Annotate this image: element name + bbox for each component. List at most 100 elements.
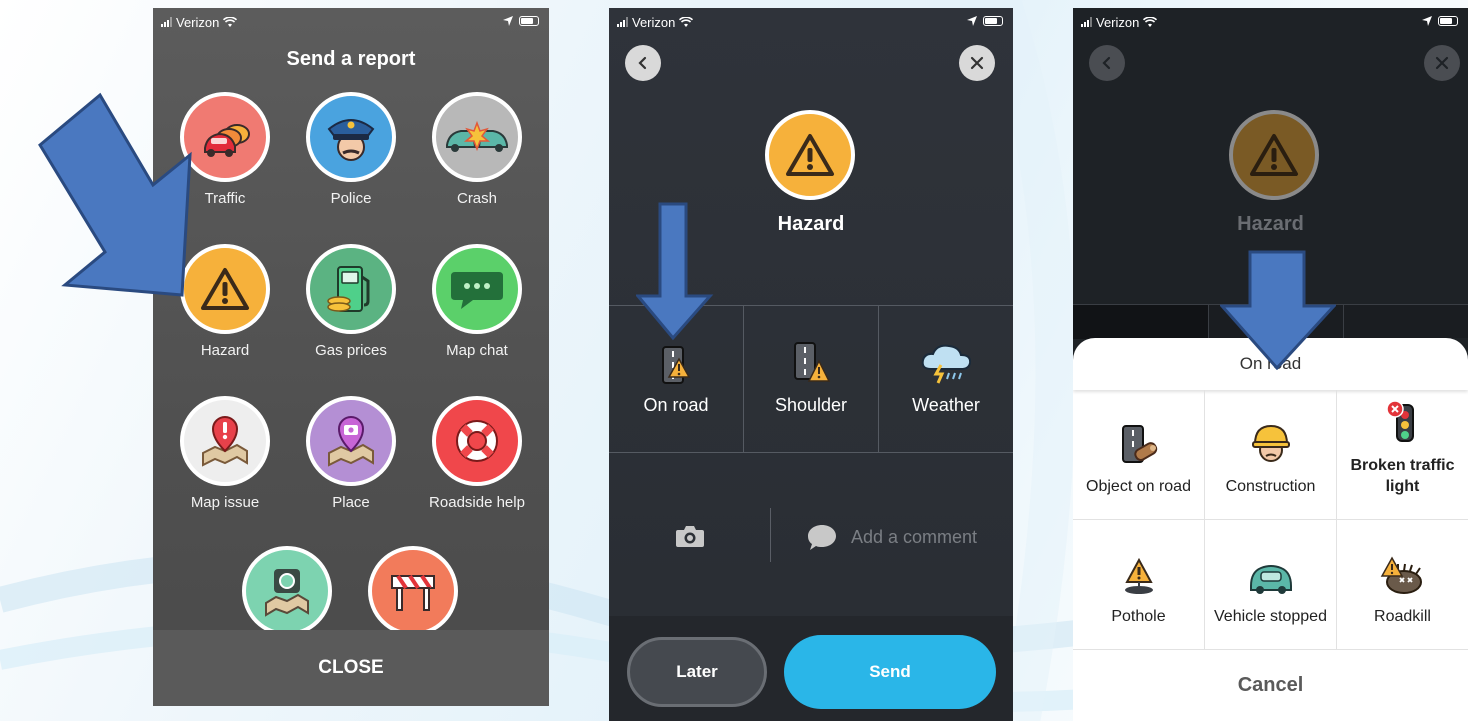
signal-icon	[617, 17, 628, 27]
option-label: Construction	[1225, 478, 1316, 495]
status-bar: Verizon	[153, 8, 549, 36]
option-construction[interactable]: Construction	[1205, 390, 1337, 519]
chevron-left-icon	[638, 56, 647, 70]
report-map-issue[interactable]: Map issue	[160, 396, 290, 511]
hazard-icon	[180, 244, 270, 334]
vehicle-stopped-icon	[1249, 565, 1292, 594]
report-label: Gas prices	[315, 342, 387, 359]
report-label: Place	[332, 494, 370, 511]
report-roadside-help[interactable]: Roadside help	[412, 396, 542, 511]
option-broken-traffic-light[interactable]: Broken traffic light	[1337, 390, 1468, 519]
on-road-sheet-screen: Verizon Hazard On road Object on road Co…	[1073, 8, 1468, 721]
construction-icon	[1251, 424, 1290, 462]
wifi-icon	[679, 16, 694, 27]
report-label: Roadside help	[429, 494, 525, 511]
option-on-road[interactable]: On road	[609, 306, 744, 452]
report-hazard[interactable]: Hazard	[160, 244, 290, 359]
option-weather[interactable]: Weather	[879, 306, 1013, 452]
wifi-icon	[223, 16, 238, 27]
carrier-label: Verizon	[1096, 14, 1140, 30]
report-label: Crash	[456, 190, 497, 207]
option-label: Roadkill	[1374, 608, 1431, 625]
report-label: Map issue	[190, 494, 260, 511]
report-label: Map chat	[446, 342, 508, 359]
camera-icon	[242, 546, 332, 636]
hazard-type-grid: On road Shoulder Weather	[609, 305, 1013, 453]
option-roadkill[interactable]: Roadkill	[1337, 520, 1468, 649]
location-icon	[967, 16, 977, 26]
close-icon	[1435, 56, 1449, 70]
close-button[interactable]	[1424, 45, 1460, 81]
option-label: On road	[643, 395, 709, 415]
option-object-on-road[interactable]: Object on road	[1073, 390, 1205, 519]
option-pothole[interactable]: Pothole	[1073, 520, 1205, 649]
hazard-title: Hazard	[777, 213, 845, 235]
option-shoulder[interactable]: Shoulder	[744, 306, 879, 452]
weather-icon	[921, 344, 972, 384]
report-police[interactable]: Police	[286, 92, 416, 207]
later-button[interactable]: Later	[627, 637, 767, 707]
report-label: Hazard	[200, 342, 250, 359]
hazard-icon	[1229, 110, 1319, 200]
option-label: Shoulder	[774, 395, 848, 415]
report-place[interactable]: Place	[286, 396, 416, 511]
battery-icon	[983, 16, 1003, 26]
report-label: Traffic	[204, 190, 246, 207]
signal-icon	[161, 17, 172, 27]
divider	[770, 508, 771, 562]
status-bar: Verizon	[1073, 8, 1468, 36]
carrier-label: Verizon	[632, 14, 676, 30]
comment-input[interactable]: Add a comment	[851, 527, 977, 548]
back-button[interactable]	[625, 45, 661, 81]
comment-icon	[808, 525, 836, 550]
report-map-chat[interactable]: Map chat	[412, 244, 542, 359]
cancel-button[interactable]: Cancel	[1073, 650, 1468, 721]
report-label: Police	[330, 190, 372, 207]
report-closure[interactable]	[348, 546, 478, 636]
pothole-icon	[1124, 557, 1153, 594]
police-icon	[306, 92, 396, 182]
report-gas-prices[interactable]: Gas prices	[286, 244, 416, 359]
dimmed-grid	[1073, 304, 1468, 339]
option-vehicle-stopped[interactable]: Vehicle stopped	[1205, 520, 1337, 649]
wifi-icon	[1143, 16, 1158, 27]
option-label: Vehicle stopped	[1214, 608, 1327, 625]
map-issue-icon	[180, 396, 270, 486]
closure-icon	[368, 546, 458, 636]
status-bar: Verizon	[609, 8, 1013, 36]
option-label: Pothole	[1111, 608, 1166, 625]
object-on-road-icon	[1121, 425, 1157, 463]
hazard-title: Hazard	[1237, 213, 1304, 235]
location-icon	[503, 16, 513, 26]
page-title: Send a report	[286, 48, 416, 70]
report-traffic[interactable]: Traffic	[160, 92, 290, 207]
option-label: Broken traffic light	[1350, 457, 1455, 495]
broken-traffic-light-icon	[1385, 400, 1414, 442]
option-label: Weather	[912, 395, 980, 415]
battery-icon	[1438, 16, 1458, 26]
traffic-icon	[180, 92, 270, 182]
report-crash[interactable]: Crash	[412, 92, 542, 207]
comment-row: Add a comment	[609, 498, 1013, 568]
lifebuoy-icon	[432, 396, 522, 486]
place-icon	[306, 396, 396, 486]
back-button[interactable]	[1089, 45, 1125, 81]
close-button[interactable]: CLOSE	[153, 630, 549, 706]
sheet-title: On road	[1073, 338, 1468, 390]
roadkill-icon	[1380, 556, 1422, 594]
report-menu-screen: Verizon Send a report Traffic Police Cra…	[153, 8, 549, 706]
chat-icon	[432, 244, 522, 334]
on-road-grid: Object on road Construction Broken traff…	[1073, 390, 1468, 650]
send-button[interactable]: Send	[784, 635, 996, 709]
on-road-sheet: On road Object on road Construction Brok…	[1073, 338, 1468, 721]
signal-icon	[1081, 17, 1092, 27]
close-icon	[970, 56, 984, 70]
on-road-icon	[662, 346, 691, 384]
gas-pump-icon	[306, 244, 396, 334]
report-camera[interactable]	[222, 546, 352, 636]
shoulder-icon	[794, 342, 831, 382]
camera-icon[interactable]	[675, 524, 705, 548]
close-button[interactable]	[959, 45, 995, 81]
crash-icon	[432, 92, 522, 182]
location-icon	[1422, 16, 1432, 26]
